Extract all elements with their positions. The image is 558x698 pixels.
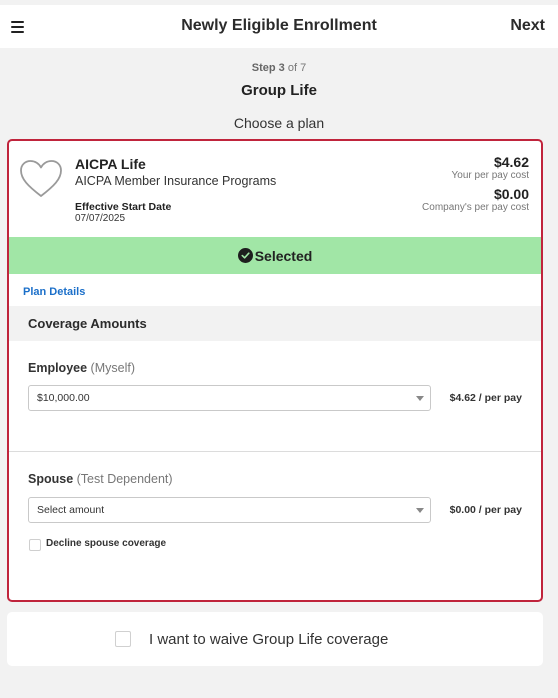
section-title: Group Life [241, 82, 317, 99]
waive-coverage-checkbox[interactable] [115, 631, 131, 647]
spouse-label-text: Spouse [28, 472, 74, 486]
next-button[interactable]: Next [510, 17, 545, 35]
decline-spouse-label[interactable]: Decline spouse coverage [46, 538, 166, 549]
employee-label: Employee (Myself) [28, 361, 135, 375]
spouse-per-pay: $0.00 / per pay [449, 504, 522, 516]
plan-provider: AICPA Member Insurance Programs [75, 174, 277, 188]
coverage-amounts-heading: Coverage Amounts [9, 306, 541, 341]
company-cost-amount: $0.00 [493, 186, 529, 202]
current-step: 3 [278, 62, 285, 74]
employee-amount-value: $10,000.00 [37, 392, 90, 404]
spouse-amount-select[interactable]: Select amount [28, 497, 431, 523]
your-cost-block: $4.62 Your per pay cost [452, 154, 529, 181]
chevron-down-icon [416, 396, 424, 401]
effective-start-date: 07/07/2025 [75, 213, 126, 224]
check-circle-icon [237, 248, 253, 263]
app-header: Newly Eligible Enrollment Next [0, 5, 558, 48]
effective-start-label: Effective Start Date [75, 201, 172, 213]
step-word: Step [251, 62, 276, 74]
page-title: Newly Eligible Enrollment [181, 17, 377, 34]
employee-label-text: Employee [28, 361, 88, 375]
decline-spouse-checkbox[interactable] [29, 539, 41, 551]
employee-per-pay: $4.62 / per pay [449, 392, 522, 404]
your-cost-amount: $4.62 [493, 154, 529, 170]
plan-card[interactable]: AICPA Life AICPA Member Insurance Progra… [7, 139, 543, 602]
step-indicator: Step 3 of 7 [0, 62, 558, 74]
company-cost-block: $0.00 Company's per pay cost [422, 186, 529, 213]
choose-plan-label: Choose a plan [233, 115, 325, 131]
selected-button[interactable]: Selected [9, 237, 541, 274]
waive-coverage-label[interactable]: I want to waive Group Life coverage [149, 631, 388, 648]
company-cost-label: Company's per pay cost [422, 202, 529, 213]
selected-label: Selected [254, 247, 313, 264]
employee-amount-select[interactable]: $10,000.00 [28, 385, 431, 411]
spouse-amount-value: Select amount [37, 504, 105, 516]
divider [9, 451, 541, 452]
spouse-label: Spouse (Test Dependent) [28, 472, 173, 486]
step-total: of 7 [287, 62, 307, 74]
chevron-down-icon [416, 508, 424, 513]
plan-name: AICPA Life [75, 156, 146, 172]
spouse-sub-label: (Test Dependent) [76, 472, 173, 486]
plan-details-link[interactable]: Plan Details [23, 286, 85, 298]
waive-coverage-card: I want to waive Group Life coverage [7, 612, 543, 666]
your-cost-label: Your per pay cost [451, 170, 529, 181]
employee-sub-label: (Myself) [90, 361, 135, 375]
heart-icon [20, 160, 62, 197]
